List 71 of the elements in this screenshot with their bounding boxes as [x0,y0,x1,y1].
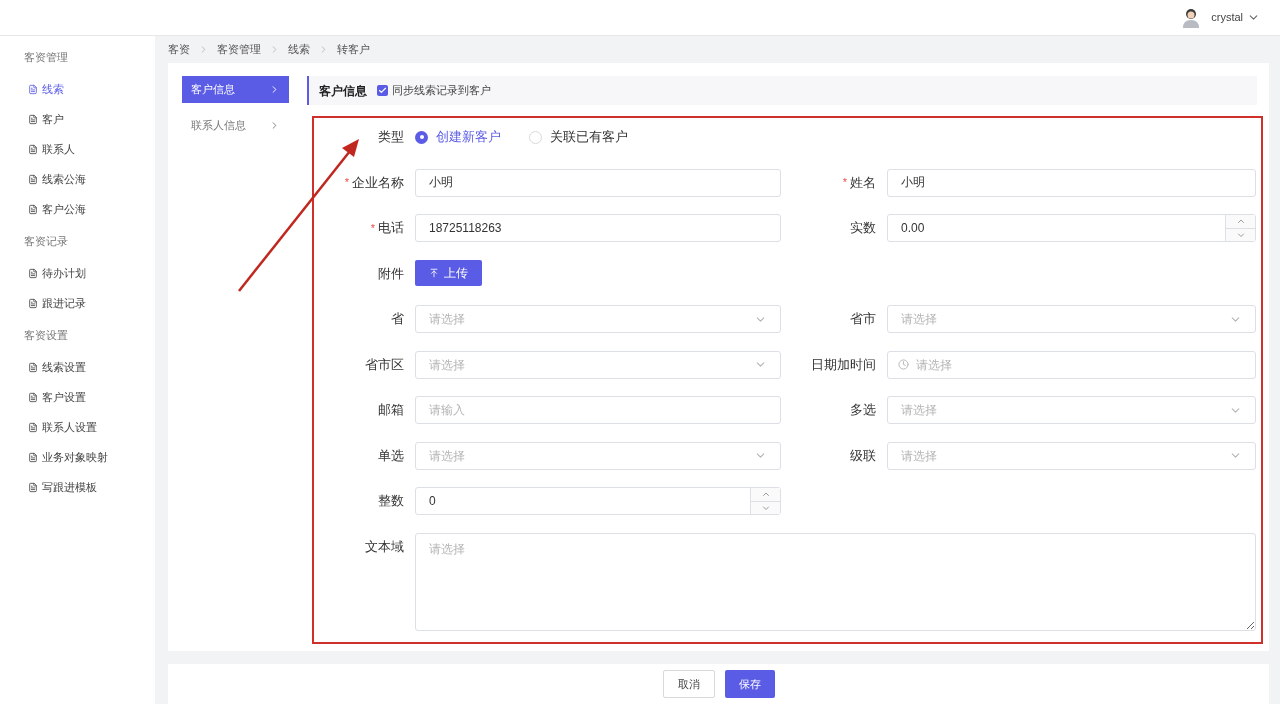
sidebar-item[interactable]: 线索公海 [0,164,155,194]
field-label: 级联 [850,446,876,465]
field-label: 省市区 [365,355,404,374]
sidebar-item[interactable]: 联系人 [0,134,155,164]
sidebar-item[interactable]: 业务对象映射 [0,442,155,472]
sidebar-item[interactable]: 线索设置 [0,352,155,382]
required-mark: * [344,175,349,191]
required-mark: * [842,175,847,191]
field-label: 邮箱 [378,401,404,420]
field-label: 日期加时间 [811,355,876,374]
upload-button[interactable]: 上传 [415,259,482,286]
document-icon [28,113,38,125]
sidebar-item[interactable]: 联系人设置 [0,412,155,442]
sidebar-group-title: 客资记录 [24,233,68,249]
sidebar-group-title: 客资设置 [24,327,68,343]
radio-option[interactable]: 创建新客户 [415,127,501,147]
section-tab[interactable]: 联系人信息 [182,112,289,139]
field-label: 附件 [378,264,404,283]
sidebar-item[interactable]: 线索 [0,74,155,104]
field-label: 省 [391,310,404,329]
section-title: 客户信息 [319,82,367,100]
user-avatar-icon [1182,7,1201,28]
document-icon [28,83,38,95]
sidebar-item[interactable]: 写跟进模板 [0,472,155,502]
field-label: 文本域 [365,537,404,556]
upload-icon [429,267,439,278]
section-tab[interactable]: 客户信息 [182,76,289,103]
save-button[interactable]: 保存 [724,670,775,698]
field-label: 整数 [378,492,404,511]
user-name[interactable]: crystal [1211,9,1243,26]
number-field[interactable]: 0 [415,487,781,515]
document-icon [28,391,38,403]
field-label: 省市 [850,310,876,329]
field-label: 实数 [850,219,876,238]
checkbox[interactable] [377,85,388,96]
sidebar-item[interactable]: 客户 [0,104,155,134]
document-icon [28,173,38,185]
breadcrumb-item[interactable]: 客资 [168,41,190,58]
sidebar-item[interactable]: 客户公海 [0,194,155,224]
document-icon [28,421,38,433]
document-icon [28,361,38,373]
text-field[interactable]: 18725118263 [415,214,781,242]
required-mark: * [370,220,375,236]
document-icon [28,451,38,463]
textarea-field[interactable]: 请选择 [415,532,1256,631]
text-field[interactable]: 小明 [887,168,1256,197]
sidebar-item[interactable]: 客户设置 [0,382,155,412]
field-label: 电话 [378,219,404,238]
field-label: 类型 [378,128,404,147]
document-icon [28,143,38,155]
breadcrumb-item: 转客户 [337,42,370,58]
checkbox-label[interactable]: 同步线索记录到客户 [392,82,491,99]
field-label: 姓名 [850,173,876,192]
sidebar-item[interactable]: 跟进记录 [0,288,155,318]
document-icon [28,481,38,493]
field-label: 单选 [378,446,404,465]
document-icon [28,203,38,215]
text-field[interactable]: 小明 [415,168,781,197]
field-label: 企业名称 [352,173,404,192]
text-field[interactable]: 请输入 [415,396,781,424]
sidebar-group-title: 客资管理 [24,49,68,65]
breadcrumb-item[interactable]: 客资管理 [217,41,261,58]
document-icon [28,297,38,309]
clock-icon [898,359,909,370]
sidebar-item[interactable]: 待办计划 [0,258,155,288]
number-field[interactable]: 0.00 [887,214,1256,242]
cancel-button[interactable]: 取消 [662,670,715,698]
breadcrumb-item[interactable]: 线索 [288,41,310,58]
radio-option[interactable]: 关联已有客户 [529,127,628,147]
document-icon [28,267,38,279]
field-label: 多选 [850,401,876,420]
